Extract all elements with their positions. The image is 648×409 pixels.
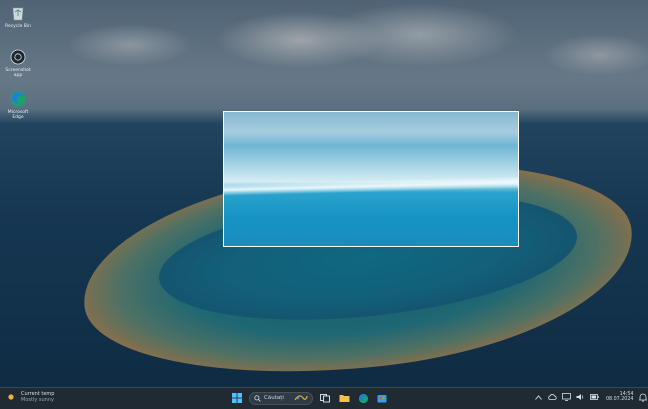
battery-button[interactable]	[590, 391, 599, 403]
show-hidden-icons-button[interactable]	[534, 391, 543, 403]
screenshot-selection-region[interactable]	[223, 111, 519, 247]
speaker-icon	[576, 394, 584, 400]
weather-widget[interactable]: Current temp Mostly sunny	[6, 391, 54, 403]
recycle-bin-icon	[12, 7, 24, 21]
store-icon	[377, 395, 387, 403]
notifications-button[interactable]	[638, 391, 647, 403]
search-placeholder: Căutați	[264, 395, 284, 401]
search-highlight-icon	[294, 395, 308, 401]
edge-icon	[10, 91, 26, 107]
desktop-icon-recycle-bin[interactable]: Recycle Bin	[3, 4, 33, 29]
folder-icon	[339, 395, 349, 402]
windows-logo-icon	[232, 393, 242, 403]
edge-icon	[358, 393, 368, 403]
task-view-button[interactable]	[318, 391, 332, 405]
desktop-icon-edge[interactable]: Microsoft Edge	[3, 90, 33, 120]
taskbar-apps: Căutați	[230, 391, 389, 405]
taskbar: Current temp Mostly sunny Căutați 14:54 …	[0, 387, 648, 409]
desktop-wallpaper: Recycle Bin Screenshot app Microsoft Edg…	[0, 0, 648, 387]
task-view-icon	[320, 394, 330, 403]
onedrive-button[interactable]	[548, 391, 557, 403]
edge-taskbar-button[interactable]	[356, 391, 370, 405]
chevron-up-icon	[535, 394, 542, 400]
file-explorer-button[interactable]	[337, 391, 351, 405]
store-button[interactable]	[375, 391, 389, 405]
desktop-icon-label: Screenshot app	[5, 68, 31, 78]
cloud-icon	[548, 394, 557, 400]
weather-condition: Mostly sunny	[21, 397, 54, 403]
start-button[interactable]	[230, 391, 244, 405]
bell-icon	[638, 393, 647, 402]
taskbar-clock[interactable]: 14:54 08.07.2024	[606, 392, 633, 403]
volume-button[interactable]	[576, 391, 585, 403]
weather-sun-icon	[8, 394, 14, 400]
clock-date: 08.07.2024	[606, 397, 634, 402]
system-tray: 14:54 08.07.2024	[534, 391, 648, 403]
monitor-network-icon	[562, 393, 571, 401]
taskbar-search-box[interactable]: Căutați	[249, 391, 313, 405]
search-icon	[254, 394, 261, 402]
camera-aperture-icon	[10, 49, 26, 65]
network-button[interactable]	[562, 391, 571, 403]
desktop-icon-label: Microsoft Edge	[7, 110, 29, 120]
weather-text: Current temp Mostly sunny	[21, 391, 54, 403]
selection-preview-reef	[224, 175, 518, 197]
battery-icon	[590, 394, 599, 400]
desktop-icon-screenshot-app[interactable]: Screenshot app	[3, 48, 33, 78]
desktop-icon-label: Recycle Bin	[5, 24, 31, 29]
